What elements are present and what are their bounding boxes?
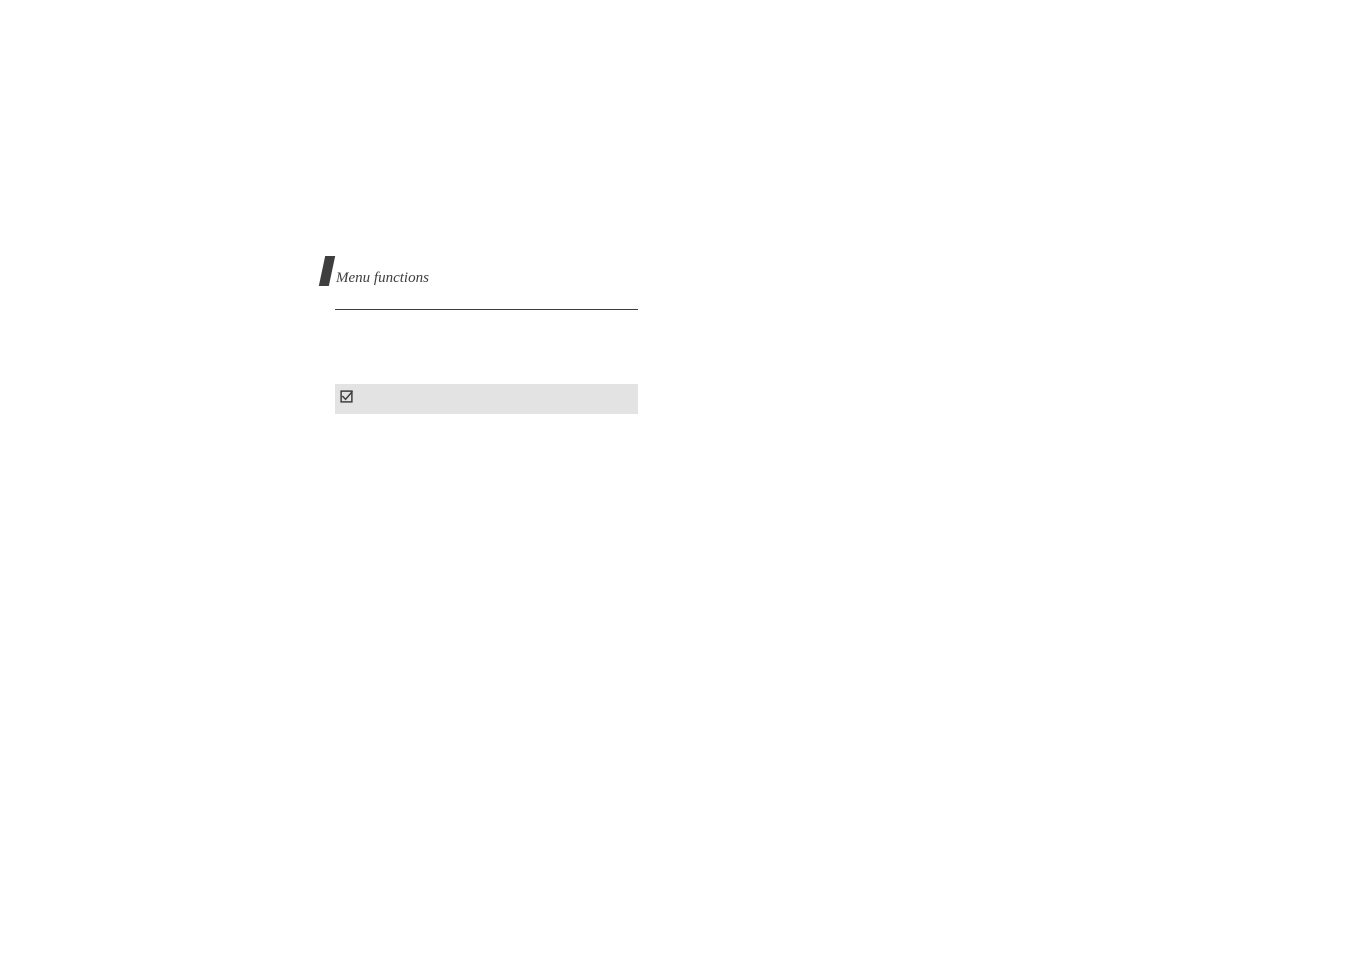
document-page: Menu functions <box>0 0 1350 954</box>
horizontal-rule <box>335 309 638 310</box>
checkbox-checked-icon <box>340 390 353 403</box>
section-header: Menu functions <box>322 256 429 286</box>
section-title: Menu functions <box>336 271 429 286</box>
header-slash-decoration <box>319 256 335 286</box>
note-callout <box>335 384 638 414</box>
